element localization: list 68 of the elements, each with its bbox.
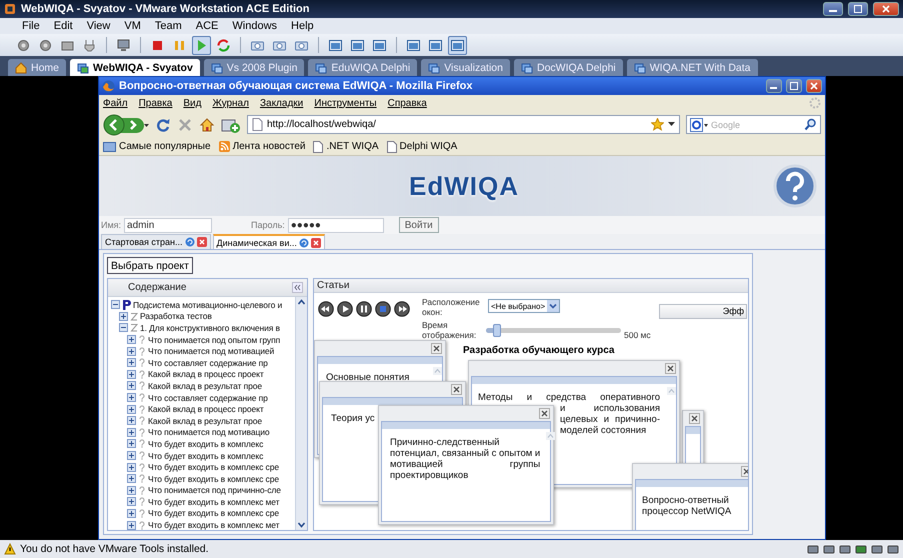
- window-text: и использования целевых и причинно- моделей состояния: [560, 403, 660, 436]
- menu-item[interactable]: Инструменты: [314, 98, 377, 108]
- username-field[interactable]: admin: [124, 218, 212, 232]
- tree-item[interactable]: Что понимается под опытом групп: [148, 334, 280, 345]
- login-button[interactable]: Войти: [398, 217, 439, 233]
- menu-item[interactable]: File: [22, 20, 40, 32]
- status-text: You do not have VMware Tools installed.: [20, 543, 209, 555]
- field-label: Расположение окон:: [422, 297, 481, 317]
- article-heading: Разработка обучающего курса: [463, 345, 614, 356]
- window-title: Вопросно-ответная обучающая система EdWIQA - Mozilla Firefox: [119, 80, 472, 92]
- menu-item[interactable]: Windows: [232, 20, 278, 32]
- tree-item[interactable]: Что понимается под мотивацио: [148, 427, 270, 438]
- tree-item[interactable]: Что будет входить в комплекс: [148, 450, 264, 461]
- menu-item[interactable]: VM: [124, 20, 141, 32]
- tab[interactable]: Динамическая ви...: [212, 234, 325, 249]
- bookmark[interactable]: Лента новостей: [218, 141, 306, 152]
- window-text: Теория ус: [331, 413, 376, 424]
- tree-item[interactable]: Разработка тестов: [140, 311, 212, 322]
- window-title: WebWIQA - Svyatov - VMware Workstation ACE Edition: [21, 3, 310, 15]
- window-text: Причинно-следственный потенциал, связанный с опытом и мотивацией группы проектировщиков: [390, 437, 540, 481]
- tree-item[interactable]: Что будет входить в комплекс сре: [148, 508, 279, 518]
- menu-item[interactable]: Edit: [54, 20, 73, 32]
- menu-item[interactable]: Вид: [183, 98, 202, 108]
- menu-item[interactable]: Закладки: [260, 98, 304, 108]
- search-bar[interactable]: Google: [686, 115, 821, 134]
- tree-item[interactable]: Что составляет содержание пр: [148, 392, 268, 403]
- tree-item[interactable]: Что будет входить в комплекс сре: [148, 462, 279, 472]
- tree-item[interactable]: Что составляет содержание пр: [148, 358, 268, 368]
- tree-item[interactable]: Какой вклад в результат прое: [148, 380, 262, 391]
- tree-item[interactable]: Что будет входить в комплекс мет: [148, 496, 280, 507]
- tab[interactable]: WebWIQA - Svyatov: [70, 59, 200, 76]
- window-text: Методы и средства оперативного: [478, 392, 660, 403]
- bookmark[interactable]: Самые популярные: [103, 141, 211, 152]
- window-text: Вопросно-ответный процессор NetWIQA: [642, 495, 732, 517]
- tab[interactable]: Стартовая стран...: [101, 234, 211, 249]
- menu-item[interactable]: Журнал: [212, 98, 249, 108]
- tree-item[interactable]: Подсистема мотивационно-целевого и: [133, 300, 282, 310]
- site-logo: EdWIQA: [409, 170, 519, 202]
- bookmark[interactable]: Delphi WIQA: [386, 140, 458, 152]
- tree-item[interactable]: Что понимается под мотивацией: [148, 346, 274, 356]
- window-text: Основные понятия: [326, 372, 410, 383]
- effects-button[interactable]: Эфф: [659, 304, 747, 318]
- field-label: Пароль:: [251, 220, 285, 230]
- menu-item[interactable]: Help: [291, 20, 314, 32]
- tree-item[interactable]: Что будет входить в комплекс мет: [148, 520, 280, 530]
- password-field[interactable]: ●●●●●: [288, 218, 384, 232]
- tree-item[interactable]: Что будет входить в комплекс сре: [148, 474, 279, 484]
- slider-reading: 500 мс: [624, 330, 651, 340]
- layout-select[interactable]: <Не выбрано>: [488, 299, 560, 313]
- menu-item[interactable]: Справка: [388, 98, 427, 108]
- choose-project-button[interactable]: Выбрать проект: [107, 257, 193, 274]
- panel-title: Статьи: [317, 280, 350, 291]
- tree-item[interactable]: Какой вклад в процесс проект: [148, 369, 264, 380]
- field-label: Имя:: [101, 220, 122, 230]
- menu-item[interactable]: Файл: [103, 98, 128, 108]
- bookmark[interactable]: .NET WIQA: [313, 140, 379, 152]
- menu-item[interactable]: View: [86, 20, 110, 32]
- field-label: Время отображения:: [422, 320, 478, 340]
- panel-title: Содержание: [128, 282, 186, 293]
- menu-item[interactable]: ACE: [196, 20, 218, 32]
- tree-item[interactable]: Какой вклад в результат прое: [148, 416, 262, 426]
- tree-item[interactable]: Какой вклад в процесс проект: [148, 404, 264, 414]
- address-field[interactable]: http://localhost/webwiqa/: [247, 115, 680, 134]
- menu-item[interactable]: Team: [154, 20, 182, 32]
- tree-item[interactable]: 1. Для конструктивного включения в: [140, 322, 280, 333]
- menu-item[interactable]: Правка: [138, 98, 172, 108]
- tree-item[interactable]: Что понимается под причинно-сле: [148, 485, 281, 496]
- tree-item[interactable]: Что будет входить в комплекс: [148, 438, 264, 449]
